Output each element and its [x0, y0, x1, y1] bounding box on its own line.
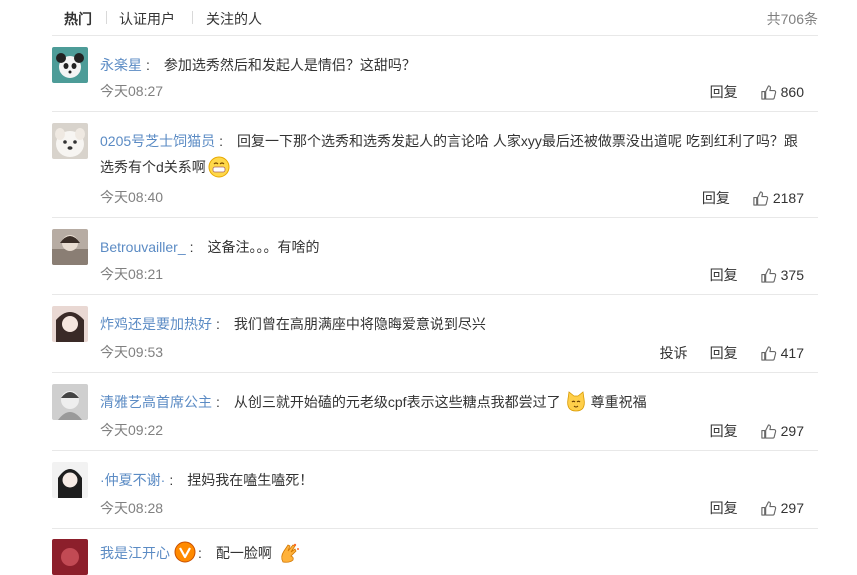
- avatar[interactable]: [52, 384, 88, 420]
- comment-text: 参加选秀然后和发起人是情侣？这甜吗？: [163, 57, 416, 73]
- comment-item: 我是江开心: 配一脸啊: [52, 529, 818, 575]
- report-button[interactable]: 投诉: [660, 343, 688, 363]
- comment-text-after: 尊重祝福: [590, 394, 647, 410]
- comment-item: 永楽星: 参加选秀然后和发起人是情侣？这甜吗？ 今天08:27 回复 860: [52, 36, 818, 112]
- comment-time: 今天08:28: [100, 500, 164, 516]
- thumbs-up-icon: [760, 500, 776, 516]
- avatar[interactable]: [52, 229, 88, 265]
- avatar[interactable]: [52, 123, 88, 159]
- like-count: 297: [780, 500, 804, 516]
- reply-button[interactable]: 回复: [702, 188, 730, 208]
- comment-text: 我们曾在高朋满座中将隐晦爱意说到尽兴: [233, 316, 486, 332]
- tab-following[interactable]: 关注的人: [206, 9, 262, 29]
- comment-list: 永楽星: 参加选秀然后和发起人是情侣？这甜吗？ 今天08:27 回复 860 02…: [52, 36, 818, 575]
- tab-verified-users[interactable]: 认证用户: [119, 9, 175, 29]
- reply-button[interactable]: 回复: [710, 265, 738, 285]
- vip-badge-icon: [174, 541, 196, 571]
- total-count: 共706条: [766, 11, 818, 27]
- avatar[interactable]: [52, 47, 88, 83]
- comment-username[interactable]: 清雅艺高首席公主: [100, 394, 212, 410]
- tab-divider: [192, 11, 193, 24]
- comment-username[interactable]: 永楽星: [100, 57, 142, 73]
- avatar[interactable]: [52, 539, 88, 575]
- comment-text: 这备注。。。有啥的: [207, 239, 320, 255]
- comment-item: 0205号芝士饲猫员: 回复一下那个选秀和选秀发起人的言论哈 人家xyy最后还被做…: [52, 112, 818, 218]
- thumbs-up-icon: [760, 84, 776, 100]
- comment-username[interactable]: Betrouvailler_: [100, 239, 186, 255]
- comment-username[interactable]: 炸鸡还是要加热好: [100, 316, 212, 332]
- like-count: 2187: [772, 190, 804, 206]
- clap-emoji: [278, 542, 300, 572]
- comment-item: 清雅艺高首席公主: 从创三就开始磕的元老级cpf表示这些糖点我都尝过了 尊重祝福 今…: [52, 373, 818, 451]
- avatar[interactable]: [52, 306, 88, 342]
- like-button[interactable]: 375: [760, 267, 804, 284]
- comment-item: 炸鸡还是要加热好: 我们曾在高朋满座中将隐晦爱意说到尽兴 今天09:53 投诉 回…: [52, 295, 818, 373]
- comment-time: 今天08:40: [100, 189, 164, 205]
- like-button[interactable]: 860: [760, 84, 804, 101]
- grin-emoji: [208, 156, 230, 186]
- like-button[interactable]: 297: [760, 423, 804, 440]
- comment-username[interactable]: 我是江开心: [100, 545, 170, 561]
- reply-button[interactable]: 回复: [710, 82, 738, 102]
- like-count: 375: [780, 267, 804, 283]
- comment-time: 今天09:22: [100, 422, 164, 438]
- thumbs-up-icon: [760, 267, 776, 283]
- like-button[interactable]: 2187: [752, 190, 804, 207]
- thumbs-up-icon: [760, 345, 776, 361]
- comment-tabs: 热门 认证用户 关注的人 共706条: [52, 0, 818, 36]
- cat-emoji: [565, 391, 587, 421]
- comment-time: 今天08:21: [100, 266, 164, 282]
- comment-time: 今天08:27: [100, 83, 164, 99]
- comment-text: 从创三就开始磕的元老级cpf表示这些糖点我都尝过了: [233, 394, 561, 410]
- comment-item: ·仲夏不谢·: 捏妈我在嗑生嗑死！ 今天08:28 回复 297: [52, 451, 818, 529]
- tab-divider: [106, 11, 107, 24]
- like-button[interactable]: 297: [760, 500, 804, 517]
- comment-item: Betrouvailler_: 这备注。。。有啥的 今天08:21 回复 375: [52, 218, 818, 295]
- reply-button[interactable]: 回复: [710, 343, 738, 363]
- avatar[interactable]: [52, 462, 88, 498]
- like-count: 417: [780, 345, 804, 361]
- tab-hot[interactable]: 热门: [64, 9, 92, 29]
- like-count: 860: [780, 84, 804, 100]
- reply-button[interactable]: 回复: [710, 421, 738, 441]
- comment-text: 捏妈我在嗑生嗑死！: [187, 472, 314, 488]
- like-button[interactable]: 417: [760, 345, 804, 362]
- comment-username[interactable]: 0205号芝士饲猫员: [100, 133, 215, 149]
- reply-button[interactable]: 回复: [710, 498, 738, 518]
- like-count: 297: [780, 423, 804, 439]
- thumbs-up-icon: [753, 190, 769, 206]
- thumbs-up-icon: [760, 423, 776, 439]
- comment-username[interactable]: ·仲夏不谢·: [100, 472, 165, 488]
- comment-time: 今天09:53: [100, 344, 164, 360]
- comment-text: 配一脸啊: [215, 545, 272, 561]
